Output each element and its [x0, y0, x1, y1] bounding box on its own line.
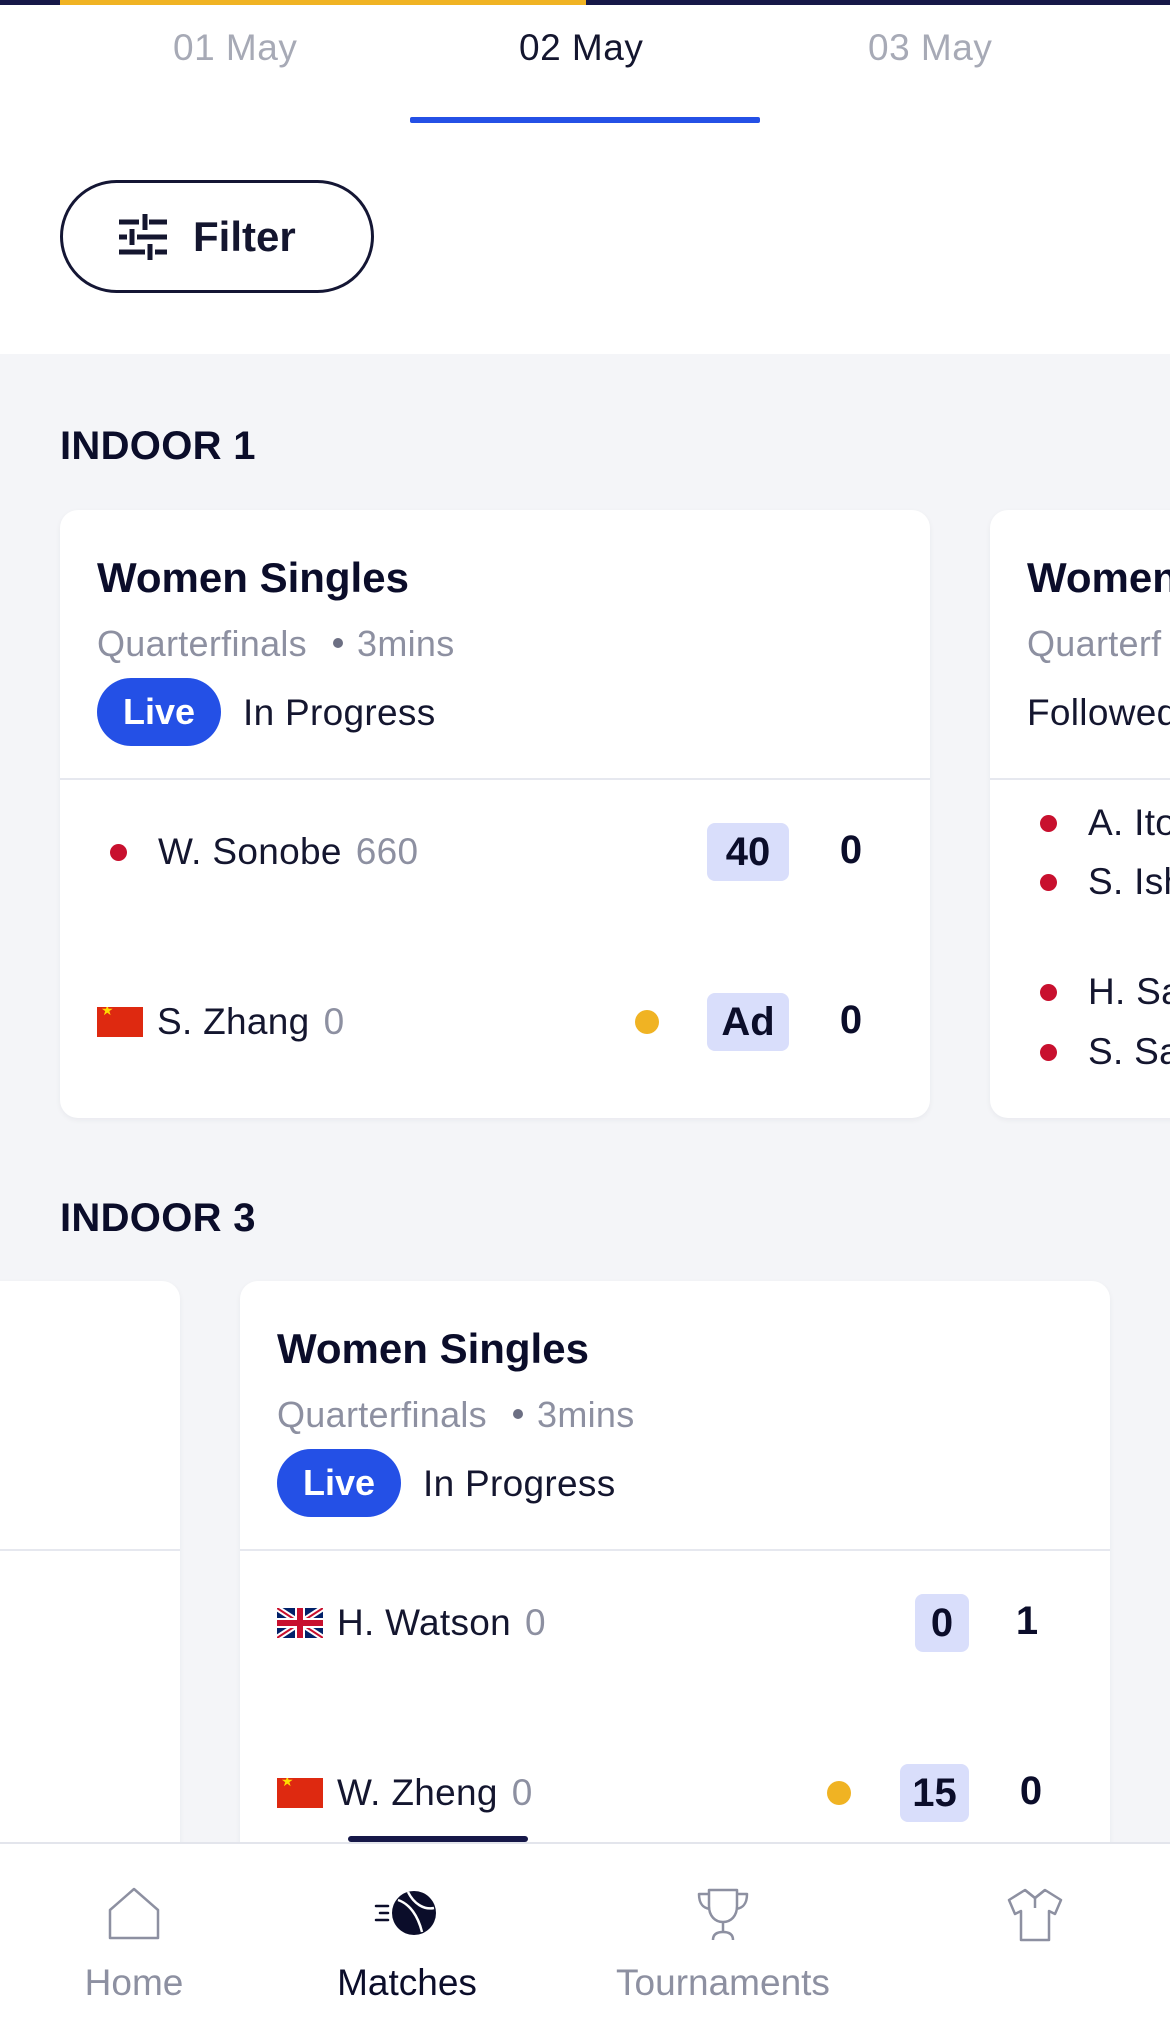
japan-flag-dot	[1040, 814, 1057, 832]
event-name: Women Singles	[277, 1325, 589, 1372]
player-row: S. Sa	[1027, 1022, 1170, 1082]
japan-flag-dot	[1040, 873, 1057, 891]
nav-label: Tournaments	[616, 1962, 830, 2003]
player-row: W. Sonobe 660	[97, 822, 418, 882]
matches-screen: 01 May 02 May 03 May Filter INDOOR 1 Wom…	[0, 0, 1170, 2024]
player-row: S. Ish	[1027, 852, 1170, 912]
tennis-ball-icon	[374, 1891, 436, 1935]
player-row: A. Ito	[1027, 793, 1170, 853]
home-icon	[108, 1887, 160, 1940]
tab-03-may[interactable]: 03 May	[868, 27, 992, 69]
points-score: 0	[915, 1594, 969, 1652]
japan-flag-dot	[1040, 983, 1057, 1001]
live-badge: Live	[277, 1449, 401, 1517]
divider	[990, 778, 1170, 780]
active-tab-indicator	[410, 117, 760, 123]
player-name: W. Sonobe	[158, 831, 342, 872]
player-name: W. Zheng	[337, 1772, 498, 1813]
shirt-icon	[1007, 1888, 1063, 1942]
games-score: 0	[1019, 1769, 1043, 1813]
player-name: S. Ish	[1088, 861, 1170, 902]
match-status: In Progress	[423, 1463, 616, 1504]
player-name: S. Zhang	[157, 1001, 310, 1042]
player-row: H. Watson 0	[277, 1593, 546, 1653]
games-score: 0	[839, 998, 863, 1042]
match-card[interactable]: Women Singles Quarterfinals 3mins Live In…	[240, 1281, 1110, 1881]
uk-flag-icon	[277, 1608, 323, 1638]
date-tabs: 01 May 02 May 03 May	[0, 5, 1170, 123]
round-info: Quarterfinals 3mins	[97, 623, 455, 664]
divider	[60, 778, 930, 780]
divider	[240, 1549, 1110, 1551]
filter-button[interactable]: Filter	[60, 180, 374, 293]
player-seed: 660	[355, 831, 419, 872]
japan-flag-dot	[1040, 1043, 1057, 1061]
court-title: INDOOR 3	[60, 1196, 256, 1240]
player-row: H. Sa	[1027, 962, 1170, 1022]
divider	[0, 1549, 180, 1551]
nav-tournaments[interactable]: Tournaments	[593, 1844, 853, 2024]
live-badge: Live	[97, 678, 221, 746]
event-name: Women	[1027, 554, 1170, 601]
match-card[interactable]: Women Singles Quarterfinals 3mins Live In…	[60, 510, 930, 1118]
nav-label: Matches	[337, 1962, 477, 2003]
points-score: Ad	[707, 993, 789, 1051]
match-card[interactable]: Women Quarterf Followed A. Ito S. Ish H.…	[990, 510, 1170, 1118]
filter-label: Filter	[193, 212, 296, 260]
player-name: S. Sa	[1088, 1031, 1170, 1072]
nav-home[interactable]: Home	[4, 1844, 264, 2024]
match-card[interactable]	[0, 1281, 180, 1881]
player-row: W. Zheng 0	[277, 1763, 533, 1823]
tab-01-may[interactable]: 01 May	[173, 27, 297, 69]
event-name: Women Singles	[97, 554, 409, 601]
player-name: H. Sa	[1088, 971, 1170, 1012]
player-row: S. Zhang 0	[97, 992, 344, 1052]
points-score: 40	[707, 823, 789, 881]
bottom-nav: Home Matches Tournaments	[0, 1842, 1170, 2024]
games-score: 0	[839, 828, 863, 872]
nav-matches[interactable]: Matches	[277, 1844, 537, 2024]
points-score: 15	[900, 1764, 969, 1822]
round-info: Quarterfinals 3mins	[277, 1394, 635, 1435]
games-score: 1	[1015, 1599, 1039, 1643]
player-seed: 0	[525, 1602, 546, 1643]
player-name: H. Watson	[337, 1602, 512, 1643]
sliders-icon	[119, 213, 167, 260]
serving-indicator-icon	[635, 1010, 659, 1034]
serving-indicator-icon	[827, 1781, 851, 1805]
match-status: In Progress	[243, 692, 436, 733]
player-name: A. Ito	[1088, 802, 1170, 843]
player-seed: 0	[323, 1001, 345, 1042]
round-info: Quarterf	[1027, 623, 1162, 664]
nav-label: Home	[84, 1962, 184, 2003]
nav-shop[interactable]	[905, 1844, 1165, 2024]
china-flag-icon	[97, 1007, 143, 1037]
player-seed: 0	[511, 1772, 533, 1813]
follow-status: Followed	[1027, 692, 1170, 733]
tab-02-may[interactable]: 02 May	[519, 27, 643, 69]
japan-flag-dot	[110, 843, 127, 861]
china-flag-icon	[277, 1778, 323, 1808]
trophy-icon	[697, 1888, 749, 1941]
court-title: INDOOR 1	[60, 424, 256, 468]
matches-list: INDOOR 1 Women Singles Quarterfinals 3min…	[0, 354, 1170, 1881]
